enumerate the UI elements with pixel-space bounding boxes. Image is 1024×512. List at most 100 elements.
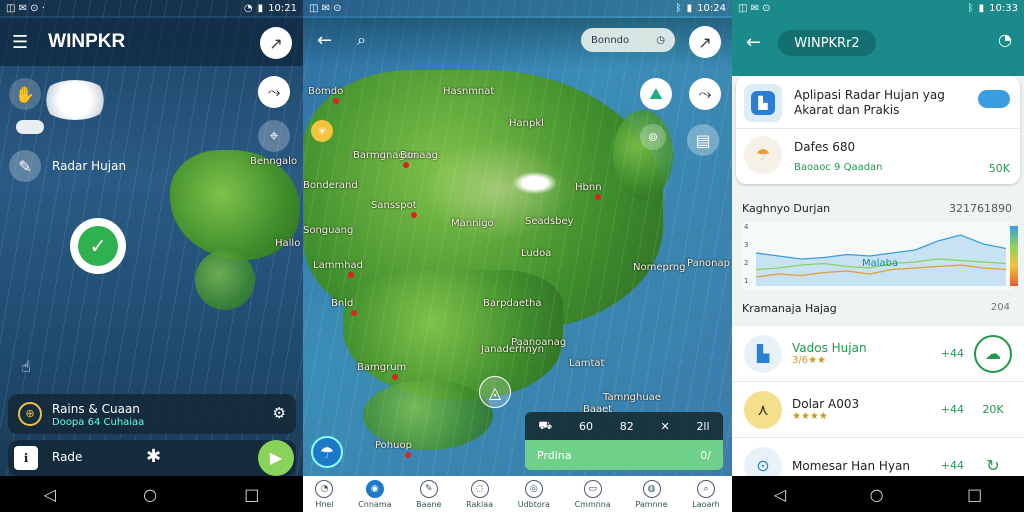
city-dot: [333, 98, 339, 104]
bottom-label: Rade: [52, 450, 83, 464]
search-icon[interactable]: ⌕: [357, 30, 366, 50]
chat-icon[interactable]: ◔: [998, 30, 1012, 49]
map-city-label[interactable]: Bonaag: [400, 150, 438, 161]
layer-button[interactable]: ⊚: [640, 124, 666, 150]
route-button[interactable]: ⤳: [258, 76, 290, 108]
nav-item[interactable]: ◔ Hnel: [315, 479, 334, 509]
umbrella-button[interactable]: ☂: [311, 436, 343, 468]
map-city-label[interactable]: Hanpkl: [509, 118, 544, 129]
map-city-label: Hallo: [275, 238, 301, 249]
map-city-label[interactable]: Lamtat: [569, 358, 604, 369]
nav-item[interactable]: ◍ Pamnne: [635, 479, 668, 509]
list-item-value: +44: [940, 459, 964, 472]
route-icon: ⤳: [698, 84, 712, 103]
map-city-label[interactable]: Bomdo: [308, 86, 343, 97]
car-icon[interactable]: ⛟: [538, 419, 552, 434]
map-city-label[interactable]: Seadsbey: [525, 216, 574, 227]
map-city-label[interactable]: Lammhad: [313, 260, 363, 271]
refresh-icon[interactable]: ↻: [974, 456, 1012, 475]
sun-marker-icon[interactable]: ☀: [311, 120, 333, 142]
home-icon[interactable]: ○: [143, 485, 157, 504]
back-icon[interactable]: ◁: [774, 485, 786, 504]
chip-value[interactable]: 82: [620, 420, 634, 433]
map-city-label[interactable]: Mannigo: [451, 218, 494, 229]
app-logo-button[interactable]: ✓: [70, 218, 126, 274]
app-icon: ▙: [744, 84, 782, 122]
nav-label: Cmmnna: [574, 499, 611, 509]
back-icon[interactable]: ◁: [44, 485, 56, 504]
nav-item[interactable]: ◉ Cnnama: [358, 479, 392, 509]
map-city-label[interactable]: Hbnn: [575, 182, 602, 193]
terrain-button[interactable]: ⛰: [640, 78, 672, 110]
clock-icon: ◷: [656, 34, 665, 46]
app-title: WINPKR: [48, 31, 126, 52]
nav-item[interactable]: ◎ Udbtora: [518, 479, 550, 509]
mountain-icon: ⛰: [649, 84, 663, 103]
rain-chart: 4 3 2 1: [742, 222, 1012, 290]
home-icon[interactable]: ○: [870, 485, 884, 504]
cloud-action-button[interactable]: ☁: [974, 334, 1012, 373]
map-city-label[interactable]: Hasnmnat: [443, 86, 494, 97]
rain-card[interactable]: ⊕ Rains & Cuaan Doopa 64 Cuhaiaa ⚙: [8, 394, 296, 434]
y-tick-label: 4: [744, 223, 749, 231]
back-arrow-icon[interactable]: ←: [746, 32, 761, 53]
map-city-label[interactable]: Bonderand: [303, 180, 358, 191]
city-dot: [411, 212, 417, 218]
chip-value[interactable]: 60: [579, 420, 593, 433]
locate-button[interactable]: ⌖: [258, 120, 290, 152]
radar-profile-button[interactable]: ↗: [689, 26, 721, 58]
info-icon[interactable]: ℹ: [14, 446, 38, 470]
nav-item[interactable]: ◌ Rakiaa: [466, 479, 493, 509]
play-button[interactable]: ▶: [258, 440, 294, 476]
list-item[interactable]: ⋏ Dolar A003 ★★★★ +44 20K: [732, 382, 1024, 438]
nav-label: Pamnne: [635, 499, 668, 509]
map-city-label[interactable]: Bnld: [331, 298, 353, 309]
settings-icon[interactable]: ⚙: [273, 404, 286, 422]
nav-icon: ◎: [524, 479, 543, 498]
map-city-label[interactable]: Panonap: [687, 258, 730, 269]
map-peninsula: [613, 110, 673, 200]
sun-icon[interactable]: ✱: [146, 446, 161, 467]
cloud-icon: [978, 90, 1010, 108]
y-tick-label: 2: [744, 259, 748, 267]
list-item[interactable]: ▙ Vados Hujan 3/6★★ +44 ☁: [732, 326, 1024, 382]
nav-item[interactable]: ✎ Baane: [416, 479, 441, 509]
menu-icon[interactable]: ☰: [12, 32, 28, 53]
map-city-label[interactable]: Bamgrum: [357, 362, 406, 373]
system-nav-bar: ◁ ○ □: [0, 476, 303, 512]
nav-icon: ◔: [315, 479, 334, 498]
chip-value[interactable]: 2ll: [696, 420, 709, 433]
city-dot: [403, 162, 409, 168]
list-button[interactable]: ▤: [687, 124, 719, 156]
nav-item[interactable]: ⌕ Laoarh: [692, 479, 720, 509]
radar-profile-button[interactable]: ↗: [260, 27, 292, 59]
drop-button[interactable]: ◬: [479, 376, 511, 408]
radar-tool-button[interactable]: ✎: [9, 150, 41, 182]
recents-icon[interactable]: □: [244, 485, 259, 504]
signal-icon: ▮: [686, 2, 693, 14]
route-icon: ⤳: [267, 82, 281, 101]
map-city-label[interactable]: Tamnghuae: [603, 392, 661, 403]
gesture-button[interactable]: ✋: [9, 78, 41, 110]
touch-button[interactable]: ☝: [10, 350, 42, 382]
route-button[interactable]: ⤳: [689, 78, 721, 110]
map-city-label[interactable]: Songuang: [303, 225, 353, 236]
cross-icon[interactable]: ✕: [660, 420, 669, 433]
map-city-label[interactable]: Nomeprng: [633, 262, 685, 273]
green-status-bar[interactable]: Prdina 0/: [525, 440, 723, 470]
bottom-navigation: ◔ Hnel ◉ Cnnama ✎ Baane ◌ Rakiaa ◎ Udbtora ▭ Cmmnna…: [303, 476, 732, 512]
hero-card[interactable]: ▙ Aplipasi Radar Hujan yag Akarat dan Pr…: [736, 76, 1020, 184]
nav-item[interactable]: ▭ Cmmnna: [574, 479, 611, 509]
map-city-label[interactable]: Sansspot: [371, 200, 417, 211]
map-city-label[interactable]: Barpdaetha: [483, 298, 541, 309]
map-city-label[interactable]: Paanoanag: [511, 337, 566, 348]
recents-icon[interactable]: □: [967, 485, 982, 504]
card-subtitle: Doopa 64 Cuhaiaa: [52, 417, 145, 428]
map-southeast: [343, 270, 563, 400]
back-arrow-icon[interactable]: ←: [317, 30, 332, 51]
city-dot: [392, 374, 398, 380]
search-pill[interactable]: Bonndo ◷: [581, 28, 675, 52]
map-city-label[interactable]: Pohuop: [375, 440, 412, 451]
nav-label: Hnel: [315, 499, 334, 509]
map-city-label[interactable]: Ludoa: [521, 248, 551, 259]
